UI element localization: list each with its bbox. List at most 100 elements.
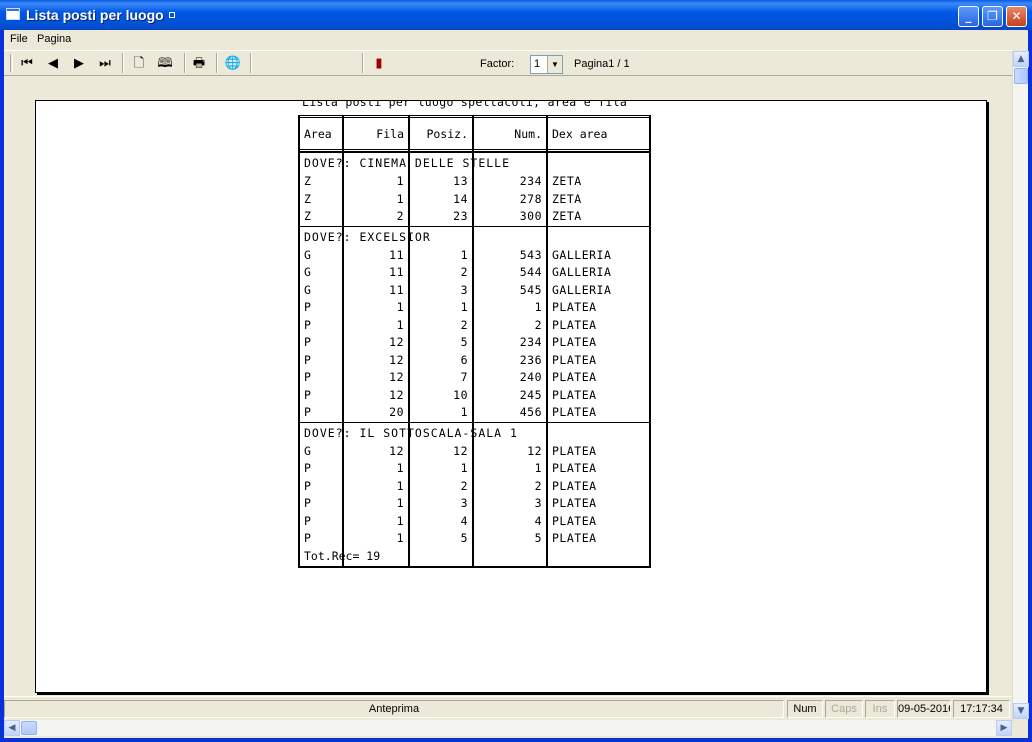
cell-posiz: 14 (453, 191, 468, 206)
cell-dex: PLATEA (552, 461, 597, 475)
cell-posiz: 23 (453, 209, 468, 223)
print-icon[interactable]: 🖶 (190, 55, 208, 73)
header-num: Num. (514, 127, 542, 141)
window-title: Lista posti per luogo (26, 7, 175, 23)
table-row: G 12 12 12 PLATEA (300, 443, 649, 461)
first-page-icon[interactable]: ⏮ (18, 55, 36, 73)
cell-posiz: 6 (460, 352, 468, 367)
vertical-scrollbar[interactable]: ▲ ▼ (1012, 51, 1029, 719)
minimize-button[interactable]: _ (958, 6, 979, 27)
title-marker-icon (168, 12, 175, 18)
cell-area: P (304, 317, 312, 332)
cell-num: 234 (519, 174, 542, 188)
menu-pagina[interactable]: Pagina (37, 33, 71, 45)
table-row: G 11 2 544 GALLERIA (300, 264, 649, 282)
header-dex: Dex area (552, 127, 608, 141)
two-pages-icon[interactable]: 🕮 (156, 55, 174, 73)
cell-num: 245 (519, 387, 542, 402)
cell-dex: PLATEA (552, 387, 597, 402)
column-divider (472, 115, 474, 568)
cell-posiz: 13 (453, 174, 468, 188)
cell-posiz: 2 (460, 317, 468, 332)
vertical-scroll-thumb[interactable] (1014, 68, 1028, 84)
cell-area: Z (304, 209, 312, 223)
scroll-right-icon[interactable]: ▶ (996, 720, 1012, 736)
cell-dex: PLATEA (552, 300, 597, 314)
table-row: P 12 6 236 PLATEA (300, 352, 649, 370)
total-row: Tot.Rec= 19 (300, 548, 649, 568)
cell-dex: PLATEA (552, 443, 597, 458)
table-row: Z 2 23 300 ZETA (300, 208, 649, 226)
cell-fila: 11 (389, 247, 404, 262)
cell-dex: PLATEA (552, 335, 597, 349)
cell-area: P (304, 478, 312, 493)
group-label: DOVE?: EXCELSIOR (304, 229, 431, 244)
chevron-down-icon[interactable]: ▼ (547, 56, 562, 73)
prev-page-icon[interactable]: ◀ (44, 55, 62, 73)
exit-door-icon[interactable]: ▮ (370, 55, 388, 73)
cell-num: 2 (534, 478, 542, 493)
cell-dex: PLATEA (552, 531, 597, 545)
status-time: 17:17:34 (953, 700, 1010, 718)
report-page: Lista posti per luogo spettacoli, area e… (35, 100, 987, 693)
cell-dex: ZETA (552, 209, 582, 223)
cell-area: Z (304, 191, 312, 206)
cell-area: P (304, 352, 312, 367)
cell-area: Z (304, 174, 312, 188)
horizontal-scroll-thumb[interactable] (21, 721, 37, 735)
cell-num: 300 (519, 209, 542, 223)
header-fila: Fila (376, 127, 404, 141)
cell-posiz: 5 (460, 531, 468, 545)
cell-num: 1 (534, 461, 542, 475)
cell-area: G (304, 443, 312, 458)
status-date: 09-05-2016 (897, 700, 951, 718)
cell-area: P (304, 496, 312, 510)
single-page-icon[interactable]: 🗋 (130, 55, 148, 73)
next-page-icon[interactable]: ▶ (70, 55, 88, 73)
cell-fila: 1 (396, 191, 404, 206)
cell-num: 4 (534, 513, 542, 528)
cell-dex: ZETA (552, 174, 582, 188)
cell-area: G (304, 247, 312, 262)
cell-dex: PLATEA (552, 352, 597, 367)
cell-area: G (304, 265, 312, 279)
cell-num: 1 (534, 300, 542, 314)
cell-posiz: 3 (460, 496, 468, 510)
menu-file[interactable]: File (10, 33, 28, 45)
status-num: Num (787, 700, 823, 718)
cell-fila: 2 (396, 209, 404, 223)
cell-dex: PLATEA (552, 478, 597, 493)
cell-fila: 1 (396, 496, 404, 510)
cell-posiz: 12 (453, 443, 468, 458)
close-button[interactable]: ✕ (1006, 6, 1027, 27)
cell-posiz: 1 (460, 461, 468, 475)
column-divider (342, 115, 344, 568)
cell-dex: GALLERIA (552, 247, 612, 262)
print-preview-area[interactable]: Lista posti per luogo spettacoli, area e… (4, 77, 1012, 695)
restore-button[interactable]: ❐ (982, 6, 1003, 27)
app-window-icon (6, 8, 20, 20)
factor-value: 1 (534, 58, 541, 70)
export-icon[interactable]: 🌐 (224, 55, 242, 73)
app-window: Lista posti per luogo _ ❐ ✕ File Pagina … (0, 0, 1032, 742)
scroll-down-icon[interactable]: ▼ (1013, 703, 1029, 719)
scroll-up-icon[interactable]: ▲ (1013, 51, 1029, 67)
factor-select[interactable]: 1 ▼ (530, 55, 563, 74)
table-row: P 1 2 2 PLATEA (300, 317, 649, 335)
status-bar: Anteprima Num Caps Ins 09-05-2016 17:17:… (4, 696, 1012, 720)
toolbar-grip[interactable] (10, 54, 13, 72)
title-bar[interactable]: Lista posti per luogo _ ❐ ✕ (0, 0, 1032, 30)
horizontal-scrollbar[interactable]: ◀ ▶ (4, 720, 1012, 736)
table-row: G 11 3 545 GALLERIA (300, 282, 649, 300)
last-page-icon[interactable]: ⏭ (96, 55, 114, 73)
header-posiz: Posiz. (426, 127, 468, 141)
toolbar: ⏮ ◀ ▶ ⏭ 🗋 🕮 🖶 🌐 ▮ Factor: 1 ▼ Pagina1 / … (4, 50, 1012, 76)
toolbar-separator (122, 53, 124, 73)
cell-dex: GALLERIA (552, 265, 612, 279)
table-row: P 1 1 1 PLATEA (300, 460, 649, 478)
group-header-row: DOVE?: CINEMA DELLE STELLE (300, 152, 649, 173)
scroll-left-icon[interactable]: ◀ (4, 720, 20, 736)
status-caps: Caps (825, 700, 863, 718)
table-row: Z 1 14 278 ZETA (300, 191, 649, 209)
cell-num: 12 (527, 443, 542, 458)
